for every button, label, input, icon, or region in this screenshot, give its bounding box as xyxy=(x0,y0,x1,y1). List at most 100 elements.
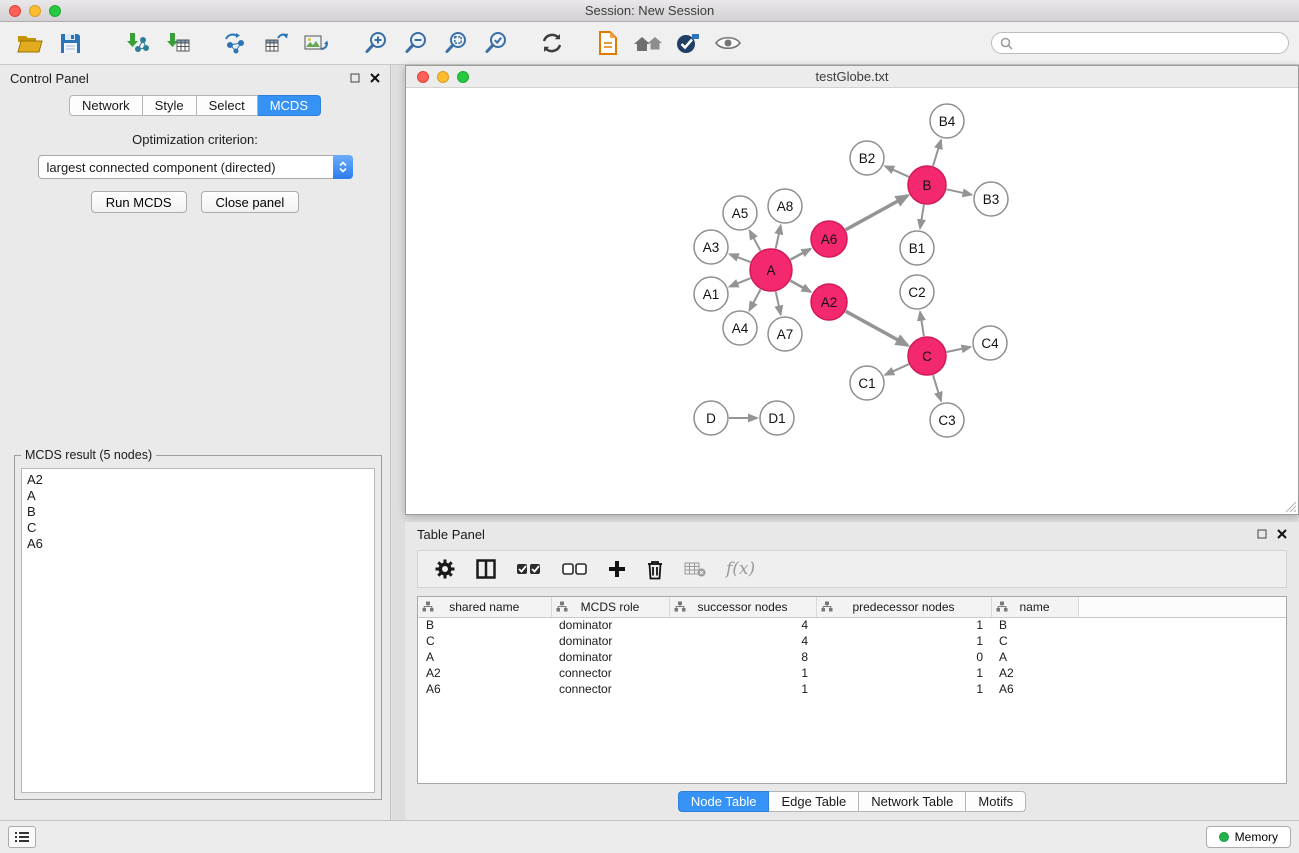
delete-column-button[interactable] xyxy=(646,559,664,580)
table-settings-button[interactable] xyxy=(434,558,456,580)
tab-network-table[interactable]: Network Table xyxy=(859,791,966,812)
graph-node-A[interactable]: A xyxy=(750,249,792,291)
graph-node-C1[interactable]: C1 xyxy=(850,366,884,400)
tab-select[interactable]: Select xyxy=(197,95,258,116)
table-row[interactable]: Cdominator41C xyxy=(418,633,1286,649)
column-header-predecessor-nodes[interactable]: predecessor nodes xyxy=(816,597,991,617)
result-item[interactable]: A6 xyxy=(27,536,369,552)
graph-edge-A-A8[interactable] xyxy=(776,226,781,249)
graph-edge-A-A4[interactable] xyxy=(749,289,760,310)
graph-edge-C-C3[interactable] xyxy=(933,375,941,401)
export-image-button[interactable] xyxy=(296,25,336,61)
home-button[interactable] xyxy=(628,25,668,61)
tab-edge-table[interactable]: Edge Table xyxy=(769,791,859,812)
result-item[interactable]: A xyxy=(27,488,369,504)
graph-edge-C-C2[interactable] xyxy=(920,312,924,336)
graph-edge-A-A2[interactable] xyxy=(790,281,810,292)
graph-node-C2[interactable]: C2 xyxy=(900,275,934,309)
resize-corner-handle[interactable] xyxy=(1285,501,1297,513)
check-badge-button[interactable] xyxy=(668,25,708,61)
show-columns-button[interactable] xyxy=(476,559,496,579)
refresh-button[interactable] xyxy=(532,25,572,61)
zoom-in-button[interactable] xyxy=(356,25,396,61)
network-maximize-button[interactable] xyxy=(457,71,469,83)
select-all-button[interactable] xyxy=(516,562,542,576)
search-field[interactable] xyxy=(991,32,1289,54)
close-table-panel-button[interactable] xyxy=(1277,529,1287,539)
close-panel-button[interactable] xyxy=(370,73,380,83)
column-header-name[interactable]: name xyxy=(991,597,1078,617)
graph-node-D[interactable]: D xyxy=(694,401,728,435)
table-row[interactable]: A2connector11A2 xyxy=(418,665,1286,681)
graph-node-B3[interactable]: B3 xyxy=(974,182,1008,216)
tab-network[interactable]: Network xyxy=(69,95,143,116)
memory-button[interactable]: Memory xyxy=(1206,826,1291,848)
graph-node-A3[interactable]: A3 xyxy=(694,230,728,264)
graph-node-C3[interactable]: C3 xyxy=(930,403,964,437)
network-window-titlebar[interactable]: testGlobe.txt xyxy=(406,66,1298,88)
column-header-successor-nodes[interactable]: successor nodes xyxy=(669,597,816,617)
graph-node-A4[interactable]: A4 xyxy=(723,311,757,345)
graph-node-A8[interactable]: A8 xyxy=(768,189,802,223)
minimize-window-button[interactable] xyxy=(29,5,41,17)
export-network-button[interactable] xyxy=(216,25,256,61)
tab-style[interactable]: Style xyxy=(143,95,197,116)
network-canvas[interactable]: B4B2BB3A5A8A6B1A3AC2A1A2A4A7C4CC1C3DD1 xyxy=(406,88,1298,514)
open-document-button[interactable] xyxy=(588,25,628,61)
table-row[interactable]: Adominator80A xyxy=(418,649,1286,665)
run-mcds-button[interactable]: Run MCDS xyxy=(91,191,187,213)
zoom-fit-button[interactable] xyxy=(436,25,476,61)
graph-node-A6[interactable]: A6 xyxy=(811,221,847,257)
import-table-button[interactable] xyxy=(158,25,198,61)
graph-edge-C-C4[interactable] xyxy=(947,347,971,352)
add-column-button[interactable] xyxy=(608,560,626,578)
graph-edge-A-A7[interactable] xyxy=(776,292,781,315)
column-header-MCDS-role[interactable]: MCDS role xyxy=(551,597,669,617)
open-session-button[interactable] xyxy=(10,25,50,61)
criterion-dropdown[interactable]: largest connected component (directed) xyxy=(38,155,353,179)
eye-button[interactable] xyxy=(708,25,748,61)
graph-node-B1[interactable]: B1 xyxy=(900,231,934,265)
graph-edge-B-B1[interactable] xyxy=(920,205,924,228)
graph-edge-A2-C[interactable] xyxy=(846,311,908,345)
graph-edge-B-B3[interactable] xyxy=(947,189,972,194)
graph-edge-B-B4[interactable] xyxy=(933,140,941,166)
export-table-button[interactable] xyxy=(256,25,296,61)
search-input[interactable] xyxy=(1018,36,1280,50)
graph-node-B[interactable]: B xyxy=(908,166,946,204)
function-builder-button[interactable]: f(x) xyxy=(726,559,755,579)
table-row[interactable]: A6connector11A6 xyxy=(418,681,1286,697)
result-item[interactable]: A2 xyxy=(27,472,369,488)
graph-node-C[interactable]: C xyxy=(908,337,946,375)
graph-node-C4[interactable]: C4 xyxy=(973,326,1007,360)
graph-node-A1[interactable]: A1 xyxy=(694,277,728,311)
graph-edge-A-A3[interactable] xyxy=(730,254,751,262)
table-row[interactable]: Bdominator41B xyxy=(418,617,1286,633)
network-close-button[interactable] xyxy=(417,71,429,83)
graph-edge-A-A1[interactable] xyxy=(730,278,751,286)
result-item[interactable]: C xyxy=(27,520,369,536)
zoom-selected-button[interactable] xyxy=(476,25,516,61)
task-history-button[interactable] xyxy=(8,826,36,848)
graph-node-A2[interactable]: A2 xyxy=(811,284,847,320)
maximize-window-button[interactable] xyxy=(49,5,61,17)
tab-motifs[interactable]: Motifs xyxy=(966,791,1026,812)
graph-edge-A-A5[interactable] xyxy=(750,231,761,251)
graph-node-A7[interactable]: A7 xyxy=(768,317,802,351)
graph-node-A5[interactable]: A5 xyxy=(723,196,757,230)
float-table-panel-button[interactable] xyxy=(1257,529,1267,539)
graph-edge-A6-B[interactable] xyxy=(846,196,908,230)
column-header-shared-name[interactable]: shared name xyxy=(418,597,551,617)
close-window-button[interactable] xyxy=(9,5,21,17)
result-item[interactable]: B xyxy=(27,504,369,520)
graph-edge-B-B2[interactable] xyxy=(885,166,909,177)
import-network-button[interactable] xyxy=(118,25,158,61)
save-session-button[interactable] xyxy=(50,25,90,61)
graph-edge-A-A6[interactable] xyxy=(790,249,810,260)
graph-node-D1[interactable]: D1 xyxy=(760,401,794,435)
mcds-result-list[interactable]: A2ABCA6 xyxy=(21,468,375,793)
network-minimize-button[interactable] xyxy=(437,71,449,83)
close-panel-action-button[interactable]: Close panel xyxy=(201,191,300,213)
graph-edge-C-C1[interactable] xyxy=(885,364,909,375)
node-table[interactable]: shared nameMCDS rolesuccessor nodesprede… xyxy=(417,596,1287,784)
